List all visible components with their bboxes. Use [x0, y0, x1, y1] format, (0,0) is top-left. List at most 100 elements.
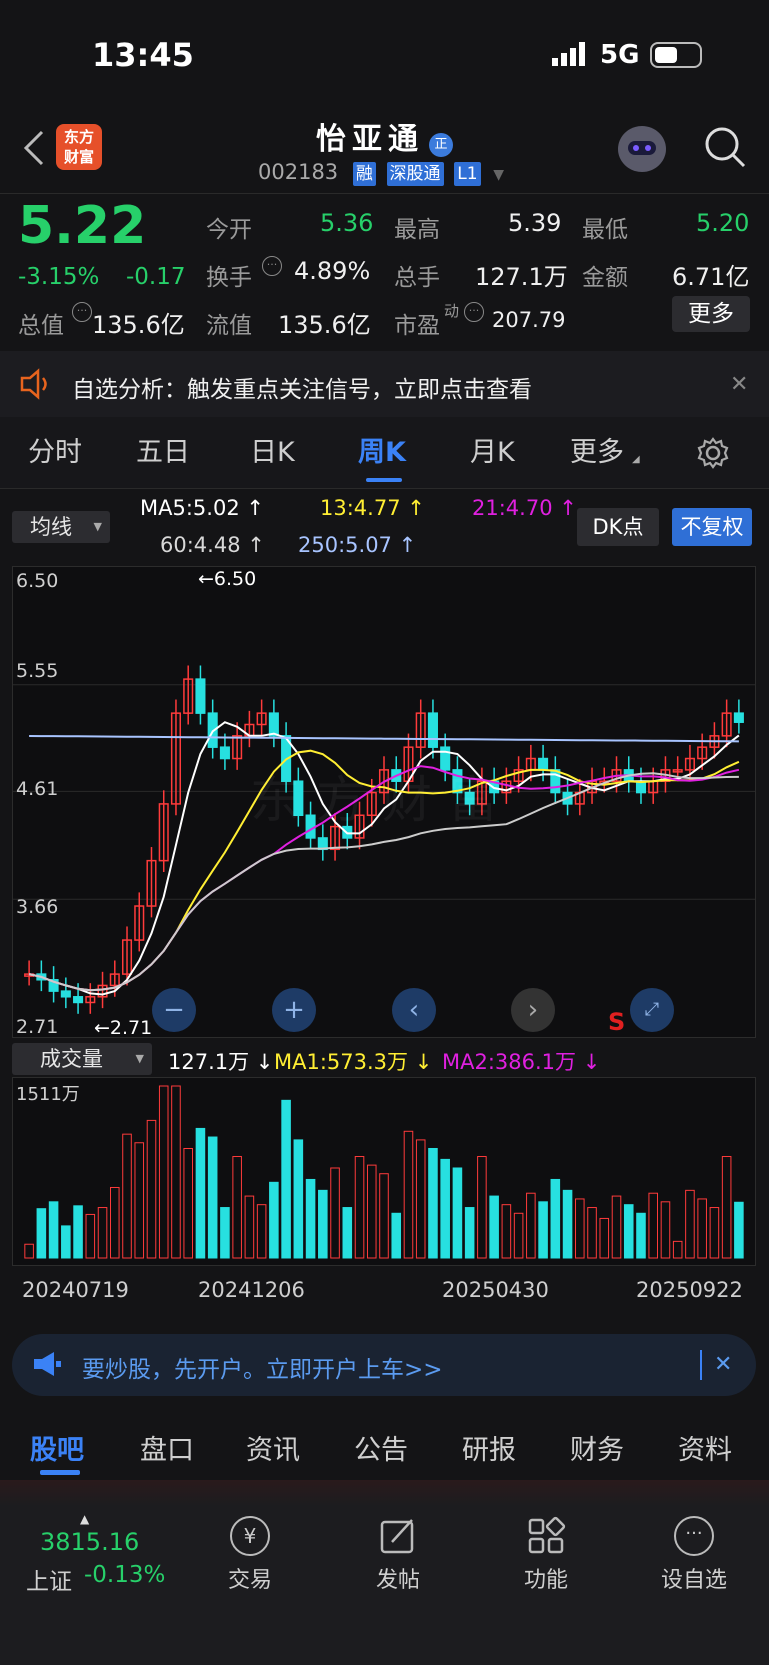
volume-bar: [623, 1204, 634, 1259]
volume-bar: [697, 1198, 707, 1259]
index-name[interactable]: 上证: [26, 1562, 72, 1596]
post-icon[interactable]: [378, 1516, 418, 1556]
axis-label-bottom: 2.71: [16, 1016, 59, 1038]
volume-bar: [342, 1207, 353, 1259]
active-tab-indicator: [366, 478, 402, 482]
functions-grid-icon[interactable]: [526, 1516, 566, 1556]
candle: [195, 678, 206, 714]
volume-chart[interactable]: [12, 1077, 756, 1266]
volume-label: 总手: [394, 265, 440, 291]
close-icon[interactable]: ✕: [714, 1352, 732, 1377]
volume-bar: [24, 1243, 34, 1259]
more-button[interactable]: 更多: [672, 296, 750, 332]
volume-bar: [171, 1085, 181, 1259]
tab-monthly-k[interactable]: 月K: [470, 430, 515, 469]
amount-value: 6.71亿: [672, 263, 750, 291]
nav-add-watchlist[interactable]: 设自选: [650, 1562, 738, 1594]
pe-label: 市盈: [394, 313, 440, 339]
volume-dropdown[interactable]: 成交量 ▼: [12, 1043, 152, 1075]
zoom-out-button[interactable]: −: [152, 988, 196, 1032]
nav-trade[interactable]: 交易: [206, 1562, 294, 1594]
float-label: 流值: [206, 313, 252, 339]
add-watchlist-icon[interactable]: ···: [674, 1516, 714, 1556]
tab-orderbook[interactable]: 盘口: [140, 1428, 194, 1467]
volume-bar: [195, 1127, 206, 1259]
volume-bar: [85, 1213, 96, 1259]
tab-more[interactable]: 更多: [570, 430, 624, 469]
index-value[interactable]: 3815.16: [40, 1528, 139, 1556]
volume-bar: [318, 1189, 328, 1259]
tab-research[interactable]: 研报: [462, 1428, 516, 1467]
sell-signal-marker: S: [608, 1008, 626, 1036]
ma-dropdown[interactable]: 均线 ▼: [12, 511, 110, 543]
volume-bar: [232, 1156, 242, 1259]
info-icon[interactable]: ···: [464, 302, 484, 322]
volume-bar: [36, 1208, 47, 1259]
dk-point-button[interactable]: DK点: [577, 508, 659, 546]
volume-bar: [256, 1204, 267, 1259]
robot-assistant-icon[interactable]: [618, 126, 666, 172]
tab-intraday[interactable]: 分时: [28, 430, 82, 469]
tab-financials[interactable]: 财务: [570, 1428, 624, 1467]
status-time: 13:45: [92, 36, 194, 74]
watermark: 东方财富: [250, 771, 514, 829]
trade-icon[interactable]: ¥: [230, 1516, 270, 1556]
tag-level: L1: [454, 162, 481, 186]
turnover-label: 换手: [206, 265, 252, 291]
candle: [550, 769, 561, 794]
volume-bar: [721, 1156, 732, 1259]
volume-bar: [366, 1164, 377, 1259]
tab-forum[interactable]: 股吧: [30, 1428, 84, 1467]
info-icon[interactable]: ···: [262, 256, 282, 276]
zoom-in-button[interactable]: +: [272, 988, 316, 1032]
volume-bar: [109, 1186, 120, 1259]
nav-functions[interactable]: 功能: [502, 1562, 590, 1594]
volume-bar: [452, 1167, 463, 1259]
notice-text[interactable]: 自选分析：触发重点关注信号，立即点击查看: [72, 370, 532, 404]
volume-ma2: MA2:386.1万 ↓: [442, 1050, 601, 1074]
volume-bar: [158, 1085, 169, 1259]
tab-profile[interactable]: 资料: [678, 1428, 732, 1467]
volume-bar: [501, 1204, 512, 1259]
candle: [538, 757, 549, 771]
adjust-button[interactable]: 不复权: [672, 508, 752, 546]
settings-gear-icon[interactable]: [696, 436, 730, 470]
candle: [60, 990, 71, 998]
tab-daily-k[interactable]: 日K: [250, 430, 295, 469]
volume-bar: [648, 1192, 659, 1259]
active-content-indicator: [40, 1470, 80, 1475]
volume-bar: [97, 1207, 108, 1259]
axis-label-3: 4.61: [16, 778, 59, 800]
volume-bar: [183, 1147, 193, 1259]
info-icon[interactable]: ···: [72, 302, 92, 322]
speaker-icon: [18, 368, 52, 400]
chevron-down-icon[interactable]: ▼: [493, 167, 504, 183]
volume-max-label: 1511万: [16, 1084, 80, 1105]
date-label-3: 20250430: [442, 1278, 549, 1302]
tab-news[interactable]: 资讯: [246, 1428, 300, 1467]
ma250-value: 250:5.07 ↑: [298, 533, 417, 557]
banner-text[interactable]: 要炒股，先开户。立即开户上车>>: [82, 1350, 443, 1384]
turnover-value: 4.89%: [294, 257, 371, 285]
search-icon[interactable]: [704, 126, 746, 168]
volume-bar: [428, 1147, 438, 1259]
tab-weekly-k[interactable]: 周K: [358, 430, 406, 469]
volume-bar: [134, 1142, 145, 1259]
scroll-right-button[interactable]: ›: [511, 988, 555, 1032]
volume-bar: [330, 1167, 340, 1259]
volume-bar: [305, 1178, 316, 1259]
volume-bar: [415, 1139, 426, 1259]
tab-announcements[interactable]: 公告: [354, 1428, 408, 1467]
volume-bar: [379, 1173, 389, 1259]
tab-five-day[interactable]: 五日: [136, 430, 190, 469]
volume-bar: [672, 1240, 683, 1259]
scroll-left-button[interactable]: ‹: [392, 988, 436, 1032]
volume-bar: [48, 1201, 59, 1259]
volume-bar: [146, 1119, 157, 1259]
candle: [427, 712, 438, 748]
nav-post[interactable]: 发帖: [354, 1562, 442, 1594]
index-change[interactable]: -0.13%: [84, 1562, 165, 1588]
fullscreen-icon[interactable]: ⤢: [630, 988, 674, 1032]
close-icon[interactable]: ✕: [730, 372, 748, 397]
volume-bar: [403, 1130, 414, 1259]
